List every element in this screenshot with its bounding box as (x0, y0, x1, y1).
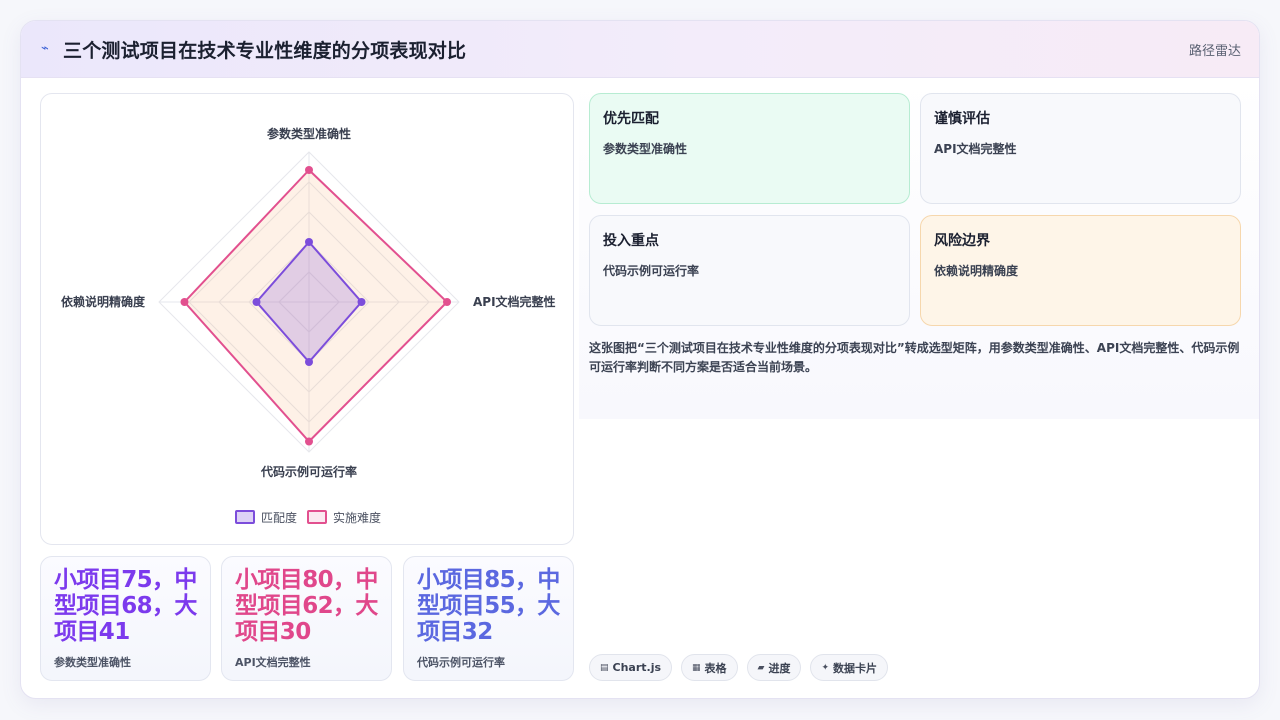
insight-text: 依赖说明精确度 (934, 264, 1019, 278)
chip-label: 表格 (704, 661, 727, 675)
data-point (357, 298, 366, 306)
data-point (305, 358, 313, 366)
chart-icon: ▤ (600, 662, 609, 673)
radar-chart: 参数类型准确性 API文档完整性代码示例可运行率 依赖说明精确度 (61, 126, 556, 479)
stat-label: 参数类型准确性 (54, 656, 131, 669)
data-point (180, 298, 189, 306)
chip-progress[interactable]: ▰ 进度 (746, 654, 802, 681)
radar-chart-panel: 参数类型准确性 API文档完整性代码示例可运行率 依赖说明精确度 匹配度 实施难度 (40, 93, 574, 545)
data-point (443, 298, 451, 306)
main-card: ⌁ 三个测试项目在技术专业性维度的分项表现对比 路径雷达 参数类型准确性 API文… (20, 20, 1260, 699)
data-point (252, 298, 261, 306)
stat-value: 小项目85，中型项目55，大项目32 (417, 567, 560, 645)
insight-card-risk-boundary: 风险边界 依赖说明精确度 (920, 215, 1241, 326)
chip-label: Chart.js (612, 661, 662, 674)
legend-label: 实施难度 (333, 510, 382, 525)
stat-value: 小项目75，中型项目68，大项目41 (54, 567, 197, 645)
axis-label: API文档完整性 (473, 294, 556, 309)
stat-card: 小项目80，中型项目62，大项目30 API文档完整性 (221, 556, 392, 681)
chip-label: 数据卡片 (833, 661, 878, 675)
stat-card: 小项目75，中型项目68，大项目41 参数类型准确性 (40, 556, 211, 681)
chart-description: 这张图把“三个测试项目在技术专业性维度的分项表现对比”转成选型矩阵，用参数类型准… (589, 341, 1240, 374)
insight-card-focus: 投入重点 代码示例可运行率 (589, 215, 910, 326)
insight-text: 参数类型准确性 (603, 142, 688, 156)
legend-swatch (307, 510, 327, 524)
insight-title: 优先匹配 (603, 111, 659, 127)
axis-label: 参数类型准确性 (267, 126, 351, 141)
chip-table[interactable]: ▦ 表格 (681, 654, 738, 681)
insight-card-careful-eval: 谨慎评估 API文档完整性 (920, 93, 1241, 204)
tech-chips: ▤ Chart.js ▦ 表格 ▰ 进度 ✦ 数据卡片 (589, 654, 889, 681)
data-point (305, 238, 313, 246)
stat-card: 小项目85，中型项目55，大项目32 代码示例可运行率 (403, 556, 574, 681)
insight-text: 代码示例可运行率 (603, 264, 700, 278)
insight-card-priority-match: 优先匹配 参数类型准确性 (589, 93, 910, 204)
legend-item-series-1[interactable]: 实施难度 (307, 509, 381, 526)
stat-label: API文档完整性 (235, 656, 311, 669)
page-title: 三个测试项目在技术专业性维度的分项表现对比 (63, 40, 467, 62)
legend-label: 匹配度 (260, 510, 297, 525)
insight-text: API文档完整性 (934, 142, 1017, 156)
chart-legend: 匹配度 实施难度 (41, 508, 575, 526)
progress-icon: ▰ (757, 662, 765, 673)
header-tag: 路径雷达 (1188, 44, 1241, 59)
chip-data-card[interactable]: ✦ 数据卡片 (810, 654, 889, 681)
table-icon: ▦ (692, 662, 701, 673)
stat-label: 代码示例可运行率 (417, 656, 505, 669)
chip-label: 进度 (768, 661, 791, 675)
card-icon: ✦ (821, 662, 830, 673)
wave-icon: ⌁ (41, 41, 49, 56)
axis-label: 依赖说明精确度 (61, 294, 146, 309)
data-point (305, 166, 313, 174)
insight-title: 风险边界 (934, 233, 990, 249)
insight-title: 投入重点 (603, 233, 659, 249)
stat-value: 小项目80，中型项目62，大项目30 (235, 567, 378, 645)
header: ⌁ 三个测试项目在技术专业性维度的分项表现对比 路径雷达 (21, 21, 1259, 78)
legend-swatch (234, 510, 255, 524)
legend-item-series-0[interactable]: 匹配度 (234, 509, 297, 526)
chip-chartjs[interactable]: ▤ Chart.js (589, 654, 673, 681)
data-point (305, 437, 313, 446)
axis-label: 代码示例可运行率 (260, 464, 357, 479)
insight-title: 谨慎评估 (934, 111, 990, 127)
